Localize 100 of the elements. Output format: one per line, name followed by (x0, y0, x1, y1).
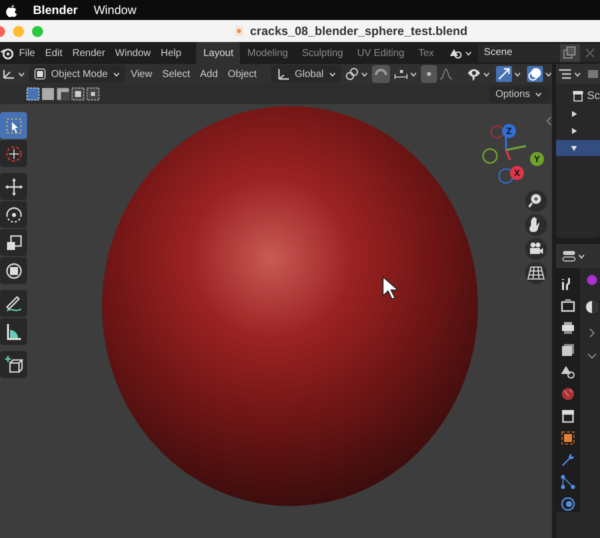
tool-button[interactable] (0, 257, 27, 284)
orientation-axes-icon (276, 67, 290, 81)
pencil-stroke-icon (4, 294, 24, 314)
workspace-tab[interactable]: Sculpting (294, 42, 350, 64)
menu-item[interactable]: Window (110, 48, 156, 58)
falloff-curve-icon[interactable] (438, 68, 453, 80)
properties-editor-icon (562, 250, 576, 262)
filter-icon[interactable] (587, 68, 599, 80)
caret-icon (18, 72, 25, 76)
axis-handle[interactable]: X (510, 166, 524, 180)
axis-handle[interactable]: Z (502, 124, 516, 138)
app-menu[interactable]: Blender (33, 3, 78, 17)
menu-item[interactable]: Add (196, 68, 222, 80)
camera-back-icon[interactable] (559, 298, 577, 314)
blender-logo-icon[interactable] (0, 46, 14, 60)
orientation-dropdown[interactable]: Global (270, 65, 341, 83)
navigation-button[interactable] (525, 238, 547, 260)
list-icon (558, 68, 572, 80)
caret-icon (410, 72, 417, 76)
particles-icon[interactable] (559, 474, 577, 490)
eye-cursor-icon (466, 67, 481, 81)
axis-handle[interactable]: Y (530, 152, 544, 166)
caret-icon (112, 72, 120, 76)
scene-selector[interactable] (448, 46, 472, 60)
apple-icon[interactable] (5, 3, 17, 17)
menu-item[interactable]: Object (224, 68, 261, 80)
tool-button[interactable] (0, 140, 27, 167)
workspace-tab[interactable]: UV Editing (350, 42, 412, 64)
axes-icon (2, 68, 16, 80)
caret-icon (482, 72, 490, 76)
object-square-icon[interactable] (559, 430, 577, 446)
menu-item[interactable]: Help (156, 48, 186, 58)
workspace-tab[interactable]: Tex (411, 42, 441, 64)
caret-icon (535, 92, 542, 96)
selection-mode-icon[interactable] (41, 87, 55, 101)
outliner-row[interactable] (556, 140, 600, 156)
select-box-icon (4, 116, 24, 136)
navigation-button[interactable] (525, 190, 547, 212)
cursor-crosshair-icon (4, 144, 24, 164)
tool-button[interactable] (0, 290, 27, 317)
options-dropdown[interactable]: Options (490, 86, 548, 102)
globe-icon[interactable] (559, 386, 577, 402)
window-title: cracks_08_blender_sphere_test.blend (250, 24, 468, 38)
caret-icon (544, 72, 552, 76)
rotate-icon (4, 204, 24, 224)
workspace-tab[interactable]: Modeling (240, 42, 295, 64)
scene-icon (448, 46, 463, 60)
image-stack-icon[interactable] (559, 342, 577, 358)
caret-icon (514, 72, 521, 76)
add-cube-icon (4, 354, 24, 374)
caret-icon (360, 72, 368, 76)
move-arrows-icon (4, 176, 24, 196)
menu-item[interactable]: View (126, 68, 156, 80)
copy-icon[interactable] (560, 44, 580, 62)
caret-icon (328, 72, 336, 76)
gizmo-toggle[interactable] (494, 65, 523, 83)
mouse-pointer-icon (382, 276, 398, 300)
overlays-toggle[interactable] (524, 65, 552, 83)
collapsed-triangle-icon[interactable] (570, 110, 578, 118)
collapsed-triangle-icon[interactable] (570, 127, 578, 135)
selection-mode-icon[interactable] (86, 87, 100, 101)
selection-mode-icon[interactable] (56, 87, 70, 101)
menu-item[interactable]: Edit (40, 48, 68, 58)
scene-name-field[interactable]: Scene (478, 44, 560, 62)
navigation-button[interactable] (525, 262, 547, 284)
menu-item[interactable]: Window (94, 3, 136, 17)
tool-button[interactable] (0, 351, 27, 378)
outliner-item-label[interactable]: Sc (587, 90, 600, 102)
transform-icon (4, 260, 24, 280)
tool-button[interactable] (0, 318, 27, 345)
scene-icon[interactable] (559, 364, 577, 380)
selection-mode-icon[interactable] (71, 87, 85, 101)
menu-item[interactable]: Select (158, 68, 194, 80)
tool-button[interactable] (0, 201, 27, 228)
mode-dropdown[interactable]: Object Mode (29, 65, 125, 83)
caret-icon (578, 254, 585, 258)
tool-button[interactable] (0, 229, 27, 256)
material-sphere-icon (584, 274, 600, 286)
snap-toggle[interactable] (372, 65, 390, 83)
expanded-triangle-icon[interactable] (570, 144, 578, 152)
tool-button[interactable] (0, 112, 27, 139)
caret-icon (464, 50, 472, 56)
orbit-icon[interactable] (559, 496, 577, 512)
document-icon (234, 25, 244, 37)
overlay-circles-icon (526, 66, 543, 82)
caret-icon (574, 72, 581, 76)
printer-icon[interactable] (559, 320, 577, 336)
collection-box-icon (572, 90, 584, 102)
menu-item[interactable]: Render (67, 48, 110, 58)
options-label: Options (496, 88, 530, 100)
mode-label: Object Mode (51, 68, 108, 80)
gizmo-icon (496, 66, 512, 82)
proportional-edit-toggle[interactable] (420, 65, 437, 83)
link-icon (344, 67, 359, 81)
tool-button[interactable] (0, 173, 27, 200)
navigation-button[interactable] (525, 214, 547, 236)
menu-item[interactable]: File (14, 48, 40, 58)
workspace-tab[interactable]: Layout (196, 42, 240, 64)
shading-ball-icon[interactable] (584, 300, 600, 314)
collection-box-icon[interactable] (559, 408, 577, 424)
